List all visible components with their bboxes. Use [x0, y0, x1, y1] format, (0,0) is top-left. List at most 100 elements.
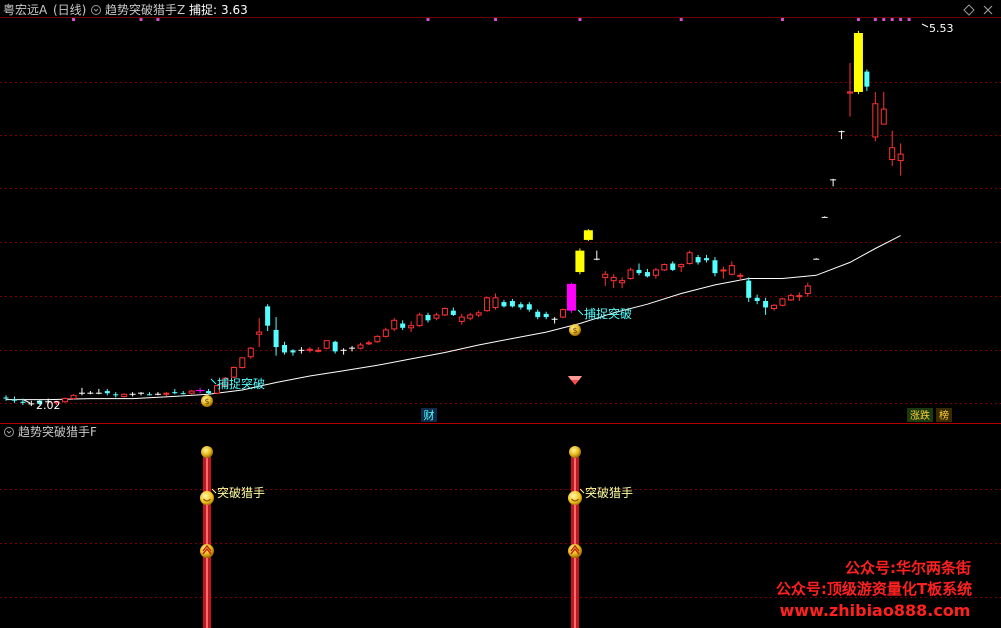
- sub-signal-column: 突破猎手: [200, 446, 265, 628]
- candle-body: [796, 295, 803, 298]
- candle: [62, 397, 69, 403]
- candle-body: [880, 108, 887, 125]
- candle-body: [678, 264, 685, 268]
- candle: [804, 282, 811, 297]
- candle-body: [526, 304, 532, 310]
- candle: [206, 388, 212, 395]
- top-marker: [907, 18, 911, 21]
- top-marker: [578, 18, 582, 21]
- candle: [458, 313, 465, 325]
- sub-indicator-settings-icon[interactable]: [4, 427, 14, 437]
- candle: [475, 310, 482, 318]
- top-marker: [156, 18, 160, 21]
- candle: [847, 63, 853, 117]
- candle-body: [391, 319, 398, 330]
- candle-body: [247, 347, 254, 358]
- close-icon[interactable]: [983, 5, 993, 15]
- money-bag-icon: [569, 446, 581, 458]
- candle: [652, 267, 659, 279]
- top-marker: [679, 18, 683, 21]
- candle-body: [315, 349, 322, 352]
- candle-body: [661, 264, 668, 271]
- cai-badge[interactable]: 财: [421, 408, 437, 422]
- candle-body: [400, 323, 406, 328]
- candle-body: [872, 103, 879, 138]
- candle: [306, 347, 313, 353]
- candle: [180, 391, 186, 395]
- indicator-settings-icon[interactable]: [91, 5, 101, 15]
- candle-body: [163, 392, 170, 395]
- candle-body: [230, 366, 237, 378]
- candle: [282, 341, 288, 355]
- candle: [779, 297, 786, 307]
- candle: [501, 299, 507, 308]
- sub-signals: 突破猎手 突破猎手: [200, 446, 633, 628]
- bang-badge[interactable]: 榜: [936, 408, 952, 422]
- candle: [509, 298, 515, 308]
- candle: [323, 340, 330, 350]
- candle: [796, 292, 803, 302]
- diamond-icon[interactable]: [963, 4, 975, 16]
- signal-bar-core: [206, 450, 208, 628]
- bang-badge-label: 榜: [939, 409, 949, 422]
- candle-body: [121, 393, 128, 397]
- candle: [872, 91, 879, 142]
- zhangdie-badge[interactable]: 涨跌: [907, 408, 933, 422]
- candle-body: [704, 258, 710, 261]
- candle: [146, 392, 152, 396]
- watermark-line2: 公众号:顶级游资量化T板系统: [776, 580, 972, 598]
- capture-breakout-label-2: 捕捉突破: [584, 306, 632, 321]
- candle: [560, 308, 567, 319]
- top-signal-markers: [72, 18, 911, 21]
- watermark-line3: www.zhibiao888.com: [780, 601, 971, 620]
- candle-body: [332, 341, 338, 352]
- candle: [425, 312, 431, 323]
- candles: [3, 30, 904, 407]
- candle-body: [206, 391, 212, 394]
- candle-body: [188, 390, 195, 394]
- candle-body: [273, 329, 279, 348]
- candle: [746, 277, 752, 303]
- candle-body: [146, 394, 152, 396]
- candle: [712, 257, 718, 277]
- svg-text:$: $: [204, 397, 209, 406]
- candle-body: [746, 280, 752, 298]
- candle-body: [737, 274, 744, 277]
- candle: [535, 309, 541, 320]
- indicator-name: 趋势突破猎手Z: [105, 2, 185, 17]
- candle-body: [425, 314, 431, 321]
- candle-body: [779, 298, 786, 306]
- candle: [374, 335, 381, 343]
- candle-body: [712, 260, 718, 274]
- candle: [340, 348, 347, 355]
- high-price-annotation: 5.53: [921, 22, 954, 35]
- candle: [28, 400, 35, 407]
- candle-body: [509, 301, 515, 307]
- candle-body: [897, 153, 904, 162]
- capture-label: 捕捉:: [189, 2, 217, 17]
- candle: [391, 318, 398, 332]
- candle: [163, 392, 170, 397]
- candle-body: [265, 306, 271, 326]
- candle: [813, 258, 820, 260]
- candle-body: [382, 329, 389, 337]
- candle-body: [670, 263, 676, 270]
- candle: [95, 388, 102, 395]
- candle: [70, 394, 77, 400]
- candle: [830, 178, 837, 187]
- signal-bar-core: [574, 450, 576, 628]
- top-marker: [426, 18, 430, 21]
- candle: [853, 30, 863, 95]
- candle-body: [3, 397, 9, 399]
- cai-badge-label: 财: [424, 408, 435, 422]
- candle: [400, 320, 406, 330]
- candle-body: [853, 33, 863, 92]
- candle: [172, 388, 178, 395]
- low-price-label: 2.02: [36, 399, 61, 412]
- candle: [864, 69, 870, 91]
- capture-breakout-label-1: 捕捉突破: [217, 376, 265, 391]
- money-bag-icon: [201, 446, 213, 458]
- candle: [365, 340, 372, 345]
- top-marker: [882, 18, 886, 21]
- candle-body: [847, 91, 853, 94]
